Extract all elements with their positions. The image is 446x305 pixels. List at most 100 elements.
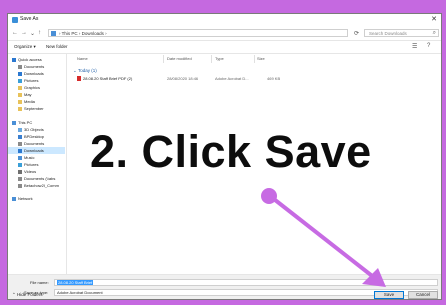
sidebar-item[interactable]: Betachow2I_Comm bbox=[8, 182, 65, 189]
sidebar-item[interactable]: Music bbox=[8, 154, 65, 161]
sidebar-item[interactable]: Graphics bbox=[8, 84, 65, 91]
cube-icon bbox=[18, 127, 22, 132]
back-arrow-icon[interactable]: ← bbox=[12, 30, 18, 36]
sidebar-item-label: Media bbox=[24, 99, 35, 104]
column-size[interactable]: Size bbox=[257, 56, 265, 61]
sidebar-item-label: Pictures bbox=[24, 78, 39, 83]
pc-icon bbox=[51, 31, 56, 36]
help-icon[interactable]: ? bbox=[427, 43, 430, 49]
up-arrow-icon[interactable]: ↑ bbox=[38, 30, 41, 36]
navigation-pane: Quick access Documents Downloads Pictures Gr… bbox=[8, 54, 67, 274]
drive-icon bbox=[18, 183, 22, 188]
group-header-today[interactable]: ⌄ Today (1) bbox=[73, 68, 97, 74]
column-divider[interactable] bbox=[254, 55, 255, 63]
column-divider[interactable] bbox=[211, 55, 212, 63]
hide-folders-toggle[interactable]: ⌃ Hide Folders bbox=[12, 292, 43, 298]
new-folder-button[interactable]: New folder bbox=[46, 44, 68, 49]
sidebar-item-label: 3D Objects bbox=[24, 127, 44, 132]
download-icon bbox=[18, 148, 22, 153]
sidebar-item-label: Documents (\\abs bbox=[24, 176, 56, 181]
sidebar-item-label: Videos bbox=[24, 169, 37, 174]
sidebar-item-label: September bbox=[24, 106, 44, 111]
search-icon: ⌕ bbox=[432, 30, 436, 36]
sidebar-item[interactable]: Pictures bbox=[8, 161, 65, 168]
sidebar-item[interactable]: Quick access bbox=[8, 56, 65, 63]
folder-icon bbox=[18, 106, 22, 111]
drive-icon bbox=[18, 176, 22, 181]
save-dialog-icon bbox=[12, 17, 18, 23]
file-row-type: Adobe Acrobat D... bbox=[215, 76, 249, 81]
file-row-name[interactable]: 28.08.20 Staff Brief PDF (2) bbox=[77, 76, 133, 82]
view-options-icon[interactable]: ☰ bbox=[412, 43, 417, 50]
toolbar: Organize ▾ New folder ☰ ? bbox=[8, 41, 441, 54]
refresh-icon[interactable]: ⟳ bbox=[354, 30, 359, 37]
network-icon bbox=[12, 196, 16, 201]
sidebar-item[interactable]: Documents bbox=[8, 140, 65, 147]
file-name-label: File name: bbox=[30, 280, 49, 285]
pdf-file-icon bbox=[77, 76, 81, 82]
sidebar-item[interactable]: Network bbox=[8, 195, 65, 202]
sidebar-item[interactable]: Media bbox=[8, 98, 65, 105]
address-bar[interactable]: › This PC › Downloads › bbox=[48, 29, 348, 37]
search-placeholder: Search Downloads bbox=[369, 31, 407, 36]
sidebar-item[interactable]: Downloads bbox=[8, 147, 65, 154]
sidebar-item-label: Downloads bbox=[24, 71, 44, 76]
sidebar-item-label: May bbox=[24, 92, 32, 97]
picture-icon bbox=[18, 162, 22, 167]
pc-icon bbox=[12, 120, 16, 125]
sidebar-item-label: Betachow2I_Comm bbox=[24, 183, 59, 188]
file-row-date: 28/08/2020 18:46 bbox=[167, 76, 199, 81]
forward-arrow-icon[interactable]: → bbox=[21, 30, 27, 36]
sidebar-item[interactable]: Documents bbox=[8, 63, 65, 70]
title-bar: Save As ✕ bbox=[8, 14, 441, 26]
save-as-type-value: Adobe Acrobat Document bbox=[57, 290, 103, 295]
recent-locations-chevron-icon[interactable]: ⌄ bbox=[30, 30, 35, 37]
save-button[interactable]: Save bbox=[374, 291, 404, 299]
folder-icon bbox=[18, 85, 22, 90]
sidebar-item[interactable]: 3D Objects bbox=[8, 126, 65, 133]
sidebar-item-label: Graphics bbox=[24, 85, 41, 90]
column-divider[interactable] bbox=[163, 55, 164, 63]
sidebar-item[interactable]: This PC bbox=[8, 119, 65, 126]
sidebar-item-label: Network bbox=[18, 196, 33, 201]
sidebar-item[interactable]: Documents (\\abs bbox=[8, 175, 65, 182]
sidebar-item-label: Music bbox=[24, 155, 35, 160]
breadcrumb[interactable]: › This PC › Downloads › bbox=[59, 31, 107, 36]
sidebar-item-label: BPDesktop bbox=[24, 134, 45, 139]
sidebar-item[interactable]: BPDesktop bbox=[8, 133, 65, 140]
cancel-button[interactable]: Cancel bbox=[408, 291, 438, 299]
sidebar-item-label: Pictures bbox=[24, 162, 39, 167]
sidebar-item-label: Downloads bbox=[24, 148, 44, 153]
search-input[interactable]: Search Downloads ⌕ bbox=[364, 29, 439, 37]
window-title: Save As bbox=[20, 16, 39, 22]
sidebar-item-label: Documents bbox=[24, 64, 45, 69]
sidebar-item[interactable]: May bbox=[8, 91, 65, 98]
folder-icon bbox=[18, 99, 22, 104]
file-name: 28.08.20 Staff Brief PDF (2) bbox=[83, 76, 133, 81]
sidebar-item[interactable]: Videos bbox=[8, 168, 65, 175]
column-date[interactable]: Date modified bbox=[167, 56, 192, 61]
file-name-input[interactable]: 28.08.20 Staff Brief bbox=[54, 279, 438, 286]
video-icon bbox=[18, 169, 22, 174]
star-icon bbox=[12, 57, 16, 62]
sidebar-item[interactable]: Downloads bbox=[8, 70, 65, 77]
folder-icon bbox=[18, 92, 22, 97]
column-type[interactable]: Type bbox=[215, 56, 224, 61]
instruction-overlay-text: 2. Click Save bbox=[90, 126, 372, 177]
close-icon[interactable]: ✕ bbox=[431, 15, 437, 23]
document-icon bbox=[18, 64, 22, 69]
sidebar-item-label: Documents bbox=[24, 141, 45, 146]
column-name[interactable]: Name bbox=[77, 56, 88, 61]
document-icon bbox=[18, 141, 22, 146]
sidebar-item[interactable]: Pictures bbox=[8, 77, 65, 84]
navigation-bar: ← → ⌄ ↑ › This PC › Downloads › ⟳ Search… bbox=[8, 27, 441, 41]
sidebar-item-label: This PC bbox=[18, 120, 33, 125]
file-name-value: 28.08.20 Staff Brief bbox=[57, 280, 94, 285]
music-icon bbox=[18, 155, 22, 160]
picture-icon bbox=[18, 78, 22, 83]
organize-button[interactable]: Organize ▾ bbox=[14, 44, 36, 50]
file-row-size: 469 KB bbox=[267, 76, 281, 81]
desktop-icon bbox=[18, 134, 22, 139]
sidebar-item-label: Quick access bbox=[18, 57, 42, 62]
sidebar-item[interactable]: September bbox=[8, 105, 65, 112]
